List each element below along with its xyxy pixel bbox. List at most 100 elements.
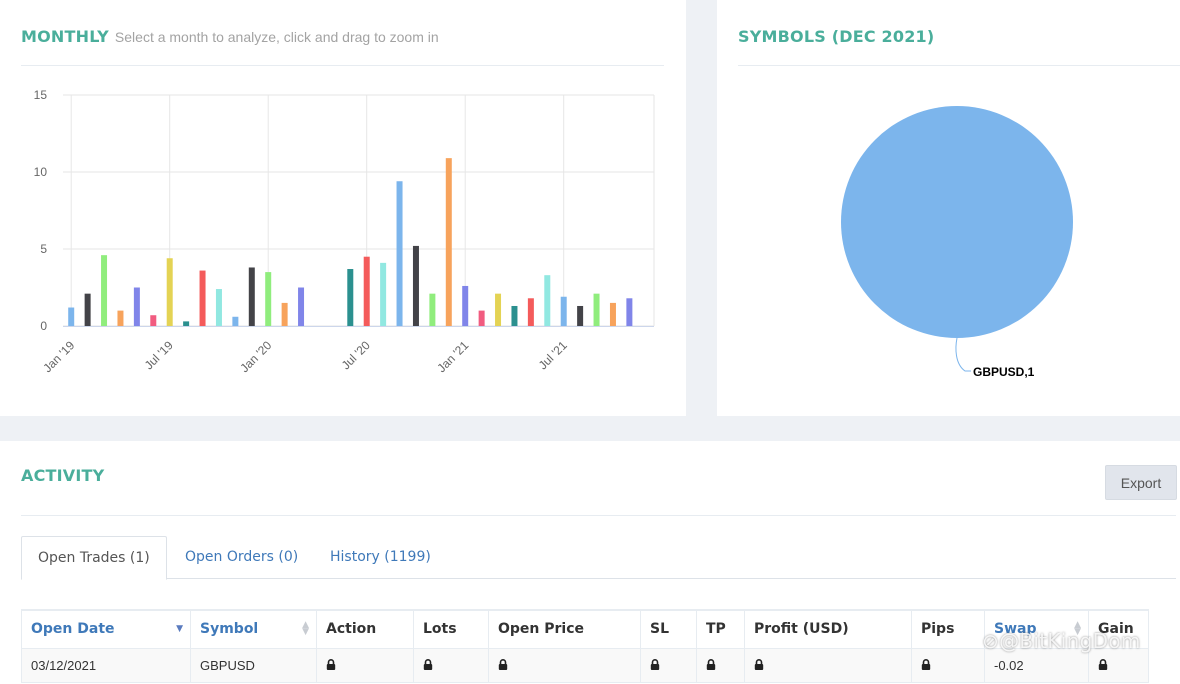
activity-panel: ACTIVITY Export Open Trades (1) Open Ord… (0, 441, 1180, 684)
column-label: Action (326, 621, 377, 638)
bar-jul--21[interactable] (560, 296, 567, 326)
column-label: Open Date (31, 621, 115, 638)
lock-icon (423, 658, 433, 670)
bar-feb--19[interactable] (84, 293, 91, 326)
bar-jan--19[interactable] (68, 307, 75, 326)
pie-slice-gbpusd[interactable] (841, 106, 1073, 338)
tab-open-trades[interactable]: Open Trades (1) (21, 536, 167, 580)
x-tick-label: Jul '19 (142, 338, 176, 372)
bar-oct--19[interactable] (215, 289, 222, 326)
bar-mar--19[interactable] (101, 255, 108, 326)
tab-open-orders[interactable]: Open Orders (0) (169, 536, 314, 579)
symbols-panel: SYMBOLS (DEC 2021) GBPUSD,1 (717, 0, 1180, 416)
bar-apr--19[interactable] (117, 310, 124, 326)
bar-jan--20[interactable] (265, 272, 272, 326)
activity-title: ACTIVITY (21, 466, 105, 485)
tab-history[interactable]: History (1199) (314, 536, 447, 579)
monthly-bar-chart[interactable]: 0 5 10 15 Jan '19 Jul '19 Jan '20 Jul '20 Jan '2… (0, 0, 686, 416)
column-gain: Gain (1088, 609, 1149, 649)
bar-jun--19[interactable] (150, 315, 157, 326)
bar-nov--20[interactable] (429, 293, 436, 326)
bar-jun--21[interactable] (544, 275, 551, 326)
column-open-date[interactable]: Open Date ▼ (21, 609, 191, 649)
y-tick-label: 10 (34, 165, 48, 179)
cell-pips (911, 647, 985, 683)
bar-aug--20[interactable] (380, 262, 387, 326)
bar-feb--21[interactable] (478, 310, 485, 326)
sort-both-icon: ▲ ▼ (302, 620, 309, 637)
bar-jul--19[interactable] (166, 258, 173, 326)
column-sl: SL (640, 609, 697, 649)
bar-oct--21[interactable] (609, 302, 616, 326)
column-swap[interactable]: Swap ▲ ▼ (984, 609, 1089, 649)
cell-action (316, 647, 414, 683)
column-profit: Profit (USD) (744, 609, 912, 649)
cell-swap: -0.02 (984, 647, 1089, 683)
bar-mar--21[interactable] (495, 293, 502, 326)
lock-icon (706, 658, 716, 670)
export-button[interactable]: Export (1105, 465, 1177, 500)
cell-sl (640, 647, 697, 683)
column-pips: Pips (911, 609, 985, 649)
column-symbol[interactable]: Symbol ▲ ▼ (190, 609, 317, 649)
bar-nov--21[interactable] (626, 298, 633, 326)
cell-symbol: GBPUSD (190, 647, 317, 683)
bar-dec--19[interactable] (248, 267, 255, 326)
lock-icon (1098, 658, 1108, 670)
x-tick-label: Jan '20 (237, 338, 274, 375)
bar-dec--20[interactable] (445, 158, 452, 326)
cell-gain (1088, 647, 1149, 683)
bar-feb--20[interactable] (281, 302, 288, 326)
bar-mar--20[interactable] (298, 287, 305, 327)
pie-data-label: GBPUSD,1 (973, 365, 1035, 379)
column-action: Action (316, 609, 414, 649)
lock-icon (326, 658, 336, 670)
bar-jan--21[interactable] (462, 285, 469, 326)
cell-open-price (488, 647, 641, 683)
cell-open-date: 03/12/2021 (21, 647, 191, 683)
monthly-panel: MONTHLY Select a month to analyze, click … (0, 0, 686, 416)
column-label: Symbol (200, 621, 259, 638)
cell-tp (696, 647, 745, 683)
lock-icon (498, 658, 508, 670)
bar-may--19[interactable] (133, 287, 140, 327)
x-tick-label: Jul '20 (339, 338, 373, 372)
bar-jul--20[interactable] (363, 256, 370, 326)
open-trades-table: Open Date ▼ Symbol ▲ ▼ Action Lots Open P… (21, 609, 1149, 683)
bar-oct--20[interactable] (412, 245, 419, 326)
column-tp: TP (696, 609, 745, 649)
sort-both-icon: ▲ ▼ (1074, 620, 1081, 637)
column-label: Open Price (498, 621, 585, 638)
y-tick-label: 15 (34, 88, 48, 102)
bar-sep--20[interactable] (396, 181, 403, 326)
bar-aug--21[interactable] (577, 305, 584, 326)
x-tick-label: Jan '19 (40, 338, 77, 375)
bar-sep--21[interactable] (593, 293, 600, 326)
column-label: Profit (USD) (754, 621, 849, 638)
lock-icon (650, 658, 660, 670)
cell-lots (413, 647, 489, 683)
x-tick-label: Jul '21 (536, 338, 570, 372)
bar-nov--19[interactable] (232, 316, 239, 326)
activity-tabs: Open Trades (1) Open Orders (0) History … (21, 536, 1176, 580)
bar-apr--21[interactable] (511, 305, 518, 326)
bar-may--21[interactable] (527, 298, 534, 326)
pie-connector (955, 337, 971, 372)
bar-jun--20[interactable] (347, 269, 354, 326)
column-label: Pips (921, 621, 955, 638)
activity-divider (21, 515, 1176, 516)
cell-profit (744, 647, 912, 683)
x-tick-label: Jan '21 (434, 338, 471, 375)
column-open-price: Open Price (488, 609, 641, 649)
column-label: Gain (1098, 621, 1134, 638)
column-label: TP (706, 621, 726, 638)
sort-desc-icon: ▼ (176, 624, 183, 634)
column-lots: Lots (413, 609, 489, 649)
y-tick-label: 5 (40, 242, 47, 256)
column-label: SL (650, 621, 670, 638)
table-row[interactable]: 03/12/2021 GBPUSD -0.02 (21, 647, 1149, 683)
bar-sep--19[interactable] (199, 270, 206, 326)
bar-aug--19[interactable] (183, 321, 190, 326)
column-label: Swap (994, 621, 1037, 638)
symbols-pie-chart[interactable]: GBPUSD,1 (717, 0, 1180, 416)
